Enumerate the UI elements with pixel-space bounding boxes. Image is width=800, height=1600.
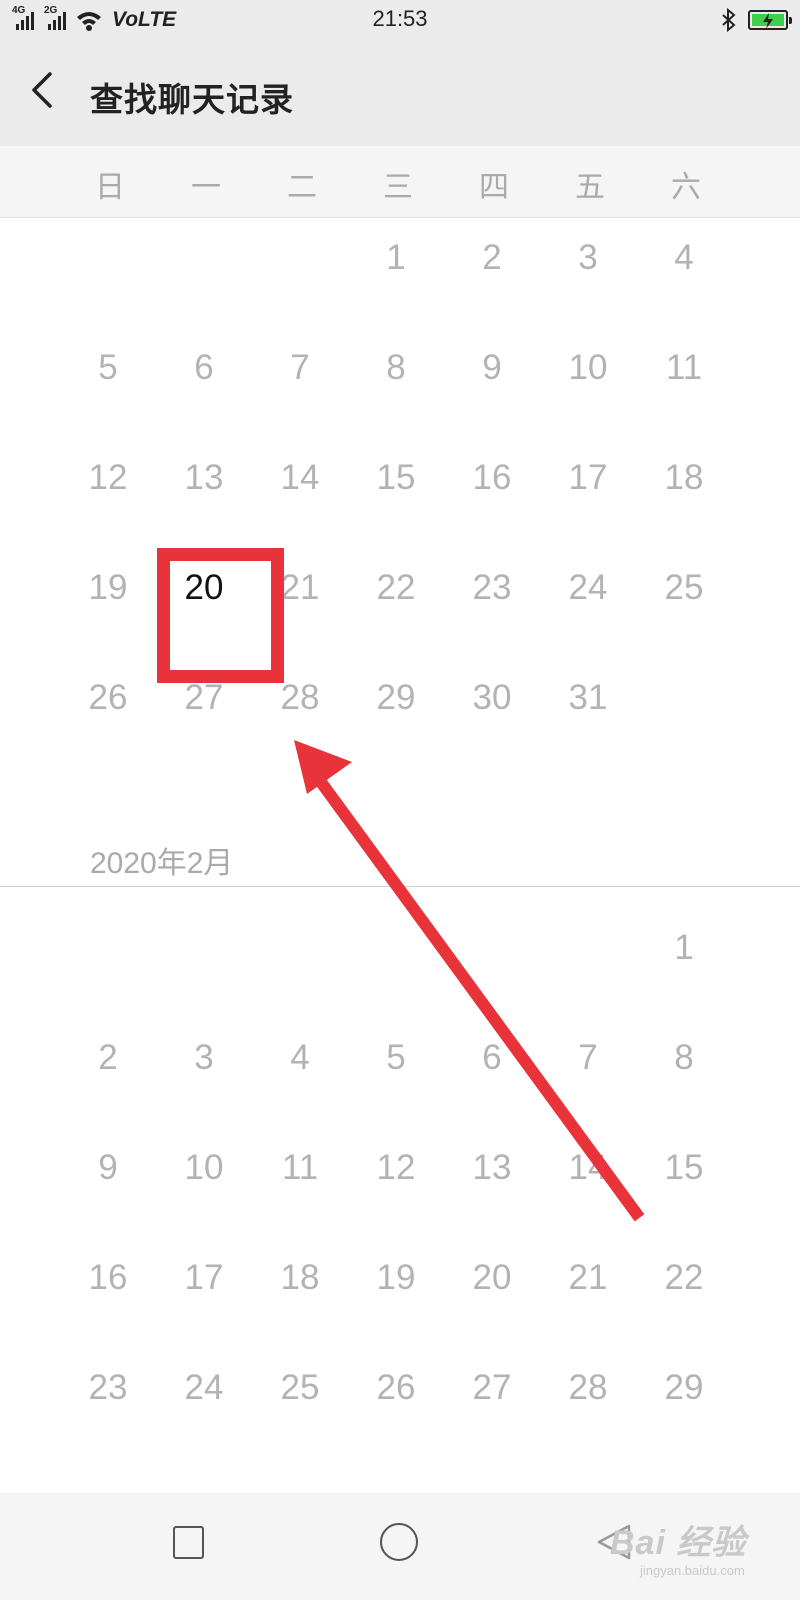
annotation-arrow <box>294 740 645 1222</box>
baidu-watermark: Bai 经验 jingyan.baidu.com <box>610 1515 747 1578</box>
watermark-url: jingyan.baidu.com <box>640 1563 745 1578</box>
home-icon[interactable] <box>380 1523 418 1561</box>
watermark-text: Bai 经验 <box>610 1524 747 1562</box>
recent-apps-icon[interactable] <box>173 1526 204 1559</box>
navigation-bar: Bai 经验 jingyan.baidu.com <box>0 1493 800 1600</box>
